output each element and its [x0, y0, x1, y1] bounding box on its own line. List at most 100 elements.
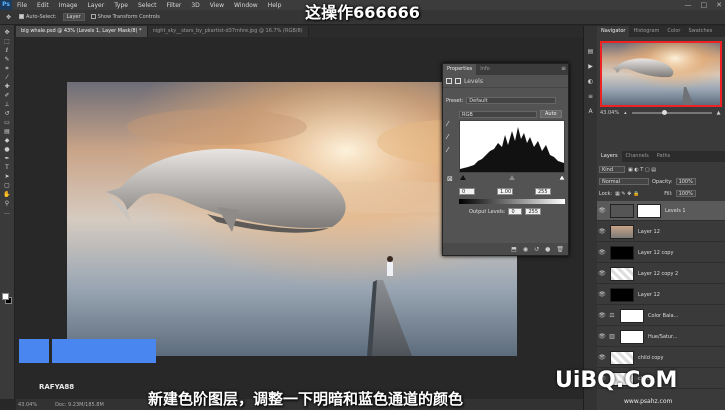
status-doc-size[interactable]: Doc: 9.23M/185.8M: [55, 402, 104, 408]
gradient-icon[interactable]: ▤: [3, 128, 12, 135]
layer-mask-thumbnail[interactable]: [620, 329, 644, 344]
tab-layers[interactable]: Layers: [597, 151, 622, 162]
quick-select-icon[interactable]: ✎: [3, 56, 12, 63]
eye-icon[interactable]: 👁: [597, 291, 607, 298]
layer-row[interactable]: 👁 ⚖ Color Bala...: [597, 306, 725, 326]
tab-paths[interactable]: Paths: [653, 151, 675, 162]
show-transform-checkbox[interactable]: [90, 14, 96, 19]
layer-row[interactable]: 👁 ▥ Hue/Satur...: [597, 327, 725, 347]
tab-channels[interactable]: Channels: [622, 151, 653, 162]
history-brush-icon[interactable]: ↺: [3, 110, 12, 117]
foreground-color-swatch[interactable]: [2, 293, 9, 300]
crop-icon[interactable]: ⌗: [3, 65, 12, 72]
brush-icon[interactable]: ✐: [3, 92, 12, 99]
menu-file[interactable]: File: [12, 2, 32, 9]
input-black-value[interactable]: 0: [459, 188, 475, 195]
minimize-button[interactable]: —: [685, 1, 692, 9]
tab-night-sky[interactable]: night_sky__stars_by_pkartist-d37mhre.jpg…: [147, 26, 309, 37]
eye-icon[interactable]: 👁: [597, 270, 607, 277]
menu-edit[interactable]: Edit: [32, 2, 54, 9]
trash-icon[interactable]: 🗑: [556, 246, 564, 253]
tab-histogram[interactable]: Histogram: [629, 26, 663, 37]
tab-big-whale[interactable]: big whale.psd @ 43% (Levels 1, Layer Mas…: [16, 26, 148, 37]
input-gray-value[interactable]: 1.00: [497, 188, 513, 195]
lock-icons[interactable]: ▦ ✎ ✥ 🔒: [615, 191, 639, 197]
input-slider-handles[interactable]: [459, 174, 565, 180]
layer-row[interactable]: 👁 Layer 12 copy: [597, 243, 725, 263]
layer-filter-dropdown[interactable]: Kind: [599, 166, 625, 173]
output-black-value[interactable]: 0: [508, 208, 523, 215]
libraries-panel-icon[interactable]: ≡: [586, 93, 595, 100]
panel-menu-icon[interactable]: ≡: [561, 65, 566, 72]
lasso-icon[interactable]: ℓ: [3, 47, 12, 54]
layer-row[interactable]: 👁 Layer 12: [597, 285, 725, 305]
eraser-icon[interactable]: ▭: [3, 119, 12, 126]
adjustments-panel-icon[interactable]: ◐: [586, 78, 595, 85]
levels-histogram[interactable]: [459, 120, 565, 173]
shape-icon[interactable]: ▢: [3, 182, 12, 189]
auto-select-option[interactable]: Auto-Select:: [19, 14, 57, 20]
filter-icons[interactable]: ▣ ◐ T ▢ ▤: [628, 167, 656, 173]
menu-help[interactable]: Help: [263, 2, 287, 9]
layer-row[interactable]: 👁 Layer 12 copy 2: [597, 264, 725, 284]
layer-mask-thumbnail[interactable]: [620, 308, 644, 323]
move-icon[interactable]: ✥: [3, 29, 12, 36]
clip-to-layer-icon[interactable]: ⬒: [511, 246, 517, 253]
eye-icon[interactable]: 👁: [597, 333, 607, 340]
reset-icon[interactable]: ↺: [534, 246, 539, 253]
menu-select[interactable]: Select: [133, 2, 162, 9]
menu-type[interactable]: Type: [109, 2, 133, 9]
marquee-icon[interactable]: ⬚: [3, 38, 12, 45]
tab-swatches[interactable]: Swatches: [684, 26, 716, 37]
maximize-button[interactable]: □: [701, 1, 708, 9]
output-white-value[interactable]: 255: [525, 208, 542, 215]
actions-panel-icon[interactable]: ▶: [586, 63, 595, 70]
clip-icon[interactable]: ⊠: [447, 175, 453, 183]
eye-icon[interactable]: 👁: [597, 207, 607, 214]
eye-icon[interactable]: 👁: [597, 312, 607, 319]
auto-select-dropdown[interactable]: Layer: [62, 13, 85, 21]
auto-select-checkbox[interactable]: [19, 14, 24, 19]
input-white-value[interactable]: 255: [535, 188, 551, 195]
preset-dropdown[interactable]: Default: [466, 97, 557, 104]
layer-row[interactable]: 👁 child copy: [597, 348, 725, 368]
menu-3d[interactable]: 3D: [186, 2, 204, 9]
black-point-eyedropper-icon[interactable]: ⁄: [447, 120, 448, 128]
menu-image[interactable]: Image: [54, 2, 83, 9]
zoom-icon[interactable]: ⚲: [3, 200, 12, 207]
output-gradient[interactable]: [459, 199, 565, 204]
menu-filter[interactable]: Filter: [162, 2, 187, 9]
auto-button[interactable]: Auto: [540, 110, 562, 118]
character-panel-icon[interactable]: A: [586, 108, 595, 115]
layer-mask-thumbnail[interactable]: [637, 203, 661, 218]
stamp-icon[interactable]: ⊥: [3, 101, 12, 108]
pen-icon[interactable]: ✒: [3, 155, 12, 162]
move-tool-icon[interactable]: ✥: [4, 14, 13, 21]
hand-icon[interactable]: ✋: [3, 191, 12, 198]
blend-mode-dropdown[interactable]: Normal: [599, 178, 649, 185]
tab-navigator[interactable]: Navigator: [597, 26, 630, 37]
zoom-out-icon[interactable]: ▴: [624, 110, 627, 116]
eyedropper-icon[interactable]: ⁄: [3, 74, 12, 81]
navigator-zoom-value[interactable]: 43.04%: [600, 110, 619, 116]
eye-icon[interactable]: 👁: [597, 354, 607, 361]
tab-color[interactable]: Color: [663, 26, 684, 37]
close-button[interactable]: ✕: [716, 1, 722, 9]
type-icon[interactable]: T: [3, 164, 12, 171]
opacity-value[interactable]: 100%: [675, 178, 696, 185]
menu-view[interactable]: View: [205, 2, 229, 9]
layer-row[interactable]: 👁 Levels 1: [597, 201, 725, 221]
path-select-icon[interactable]: ➤: [3, 173, 12, 180]
eye-icon[interactable]: 👁: [597, 228, 607, 235]
white-point-eyedropper-icon[interactable]: ⁄: [447, 146, 448, 154]
zoom-in-icon[interactable]: ▲: [717, 110, 721, 116]
mask-icon[interactable]: [455, 78, 461, 84]
view-previous-icon[interactable]: ◉: [523, 246, 528, 253]
blur-icon[interactable]: ◆: [3, 137, 12, 144]
gray-point-eyedropper-icon[interactable]: ⁄: [447, 133, 448, 141]
menu-layer[interactable]: Layer: [82, 2, 109, 9]
navigator-preview[interactable]: [600, 41, 722, 107]
tab-properties[interactable]: Properties: [443, 64, 477, 75]
channel-dropdown[interactable]: RGB: [459, 110, 537, 118]
dodge-icon[interactable]: ●: [3, 146, 12, 153]
